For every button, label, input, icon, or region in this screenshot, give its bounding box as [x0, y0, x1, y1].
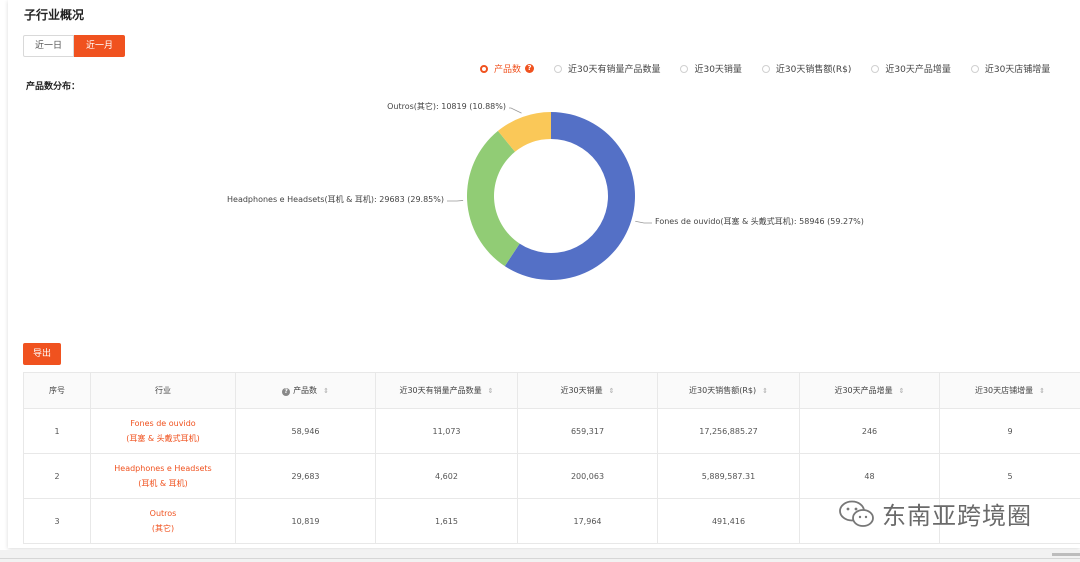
- col-header-label: 近30天有销量产品数量: [399, 386, 482, 395]
- industry-link[interactable]: Outros: [92, 506, 234, 521]
- cell-with-sales: 11,073: [375, 408, 518, 454]
- scrollbar-thumb[interactable]: [1052, 553, 1080, 556]
- industry-link-sub[interactable]: (其它): [92, 521, 234, 536]
- col-header-label: 产品数: [293, 386, 318, 395]
- col-header-label: 近30天销量: [560, 386, 603, 395]
- horizontal-scrollbar[interactable]: [0, 550, 1080, 562]
- donut-slice[interactable]: [466, 130, 520, 267]
- col-header-index: 序号: [23, 372, 91, 409]
- cell-industry[interactable]: Outros (其它): [90, 498, 236, 544]
- sort-icon[interactable]: ⇕: [323, 387, 329, 395]
- cell-revenue: 491,416: [657, 498, 800, 544]
- industry-link-sub[interactable]: (耳塞 & 头戴式耳机): [92, 431, 234, 446]
- cell-shop-increase: 9: [939, 408, 1080, 454]
- cell-products: 58,946: [235, 408, 376, 454]
- cell-product-increase: 246: [799, 408, 940, 454]
- slice-label-line: [447, 200, 464, 202]
- col-header-label: 近30天产品增量: [834, 386, 893, 395]
- col-header-label: 近30天销售额(R$): [689, 386, 757, 395]
- sort-icon[interactable]: ⇕: [1039, 387, 1045, 395]
- col-header-with-sales[interactable]: 近30天有销量产品数量 ⇕: [375, 372, 518, 409]
- sort-icon[interactable]: ⇕: [762, 387, 768, 395]
- cell-with-sales: 4,602: [375, 453, 518, 499]
- cell-industry[interactable]: Headphones e Headsets (耳机 & 耳机): [90, 453, 236, 499]
- cell-industry[interactable]: Fones de ouvido (耳塞 & 头戴式耳机): [90, 408, 236, 454]
- cell-revenue: 17,256,885.27: [657, 408, 800, 454]
- sort-icon[interactable]: ⇕: [488, 387, 494, 395]
- scrollbar-track: [0, 558, 1080, 559]
- col-header-label: 序号: [49, 386, 65, 395]
- sort-icon[interactable]: ⇕: [609, 387, 615, 395]
- col-header-industry: 行业: [90, 372, 236, 409]
- col-header-label: 近30天店铺增量: [974, 386, 1034, 395]
- col-header-product-increase[interactable]: 近30天产品增量 ⇕: [799, 372, 940, 409]
- watermark-text: 东南亚跨境圈: [882, 502, 1032, 530]
- slice-label-line: [635, 220, 652, 224]
- industry-link-sub[interactable]: (耳机 & 耳机): [92, 476, 234, 491]
- cell-product-increase: 48: [799, 453, 940, 499]
- sort-icon[interactable]: ⇕: [899, 387, 905, 395]
- cell-index: 3: [23, 498, 91, 544]
- cell-with-sales: 1,615: [375, 498, 518, 544]
- cell-sales: 17,964: [517, 498, 658, 544]
- slice-label: Fones de ouvido(耳塞 & 头戴式耳机): 58946 (59.2…: [655, 216, 864, 226]
- slice-label: Headphones e Headsets(耳机 & 耳机): 29683 (2…: [227, 194, 444, 204]
- table-row: 1 Fones de ouvido (耳塞 & 头戴式耳机) 58,946 11,…: [23, 408, 1080, 454]
- industry-link[interactable]: Fones de ouvido: [92, 416, 234, 431]
- industry-link[interactable]: Headphones e Headsets: [92, 461, 234, 476]
- col-header-products[interactable]: ? 产品数 ⇕: [235, 372, 376, 409]
- col-header-sales[interactable]: 近30天销量 ⇕: [517, 372, 658, 409]
- wechat-icon: [839, 500, 874, 527]
- watermark: 东南亚跨境圈: [838, 496, 1032, 531]
- cell-products: 10,819: [235, 498, 376, 544]
- cell-sales: 659,317: [517, 408, 658, 454]
- donut-chart: Fones de ouvido(耳塞 & 头戴式耳机): 58946 (59.2…: [227, 101, 864, 280]
- info-icon[interactable]: ?: [282, 388, 291, 396]
- col-header-label: 行业: [155, 386, 171, 395]
- slice-label: Outros(其它): 10819 (10.88%): [387, 101, 506, 111]
- cell-index: 2: [23, 453, 91, 499]
- export-button[interactable]: 导出: [23, 343, 62, 365]
- col-header-shop-increase[interactable]: 近30天店铺增量 ⇕: [939, 372, 1080, 409]
- cell-shop-increase: 5: [939, 453, 1080, 499]
- cell-sales: 200,063: [517, 453, 658, 499]
- cell-products: 29,683: [235, 453, 376, 499]
- table-row: 2 Headphones e Headsets (耳机 & 耳机) 29,683 …: [23, 453, 1080, 499]
- col-header-revenue[interactable]: 近30天销售额(R$) ⇕: [657, 372, 800, 409]
- cell-index: 1: [23, 408, 91, 454]
- cell-revenue: 5,889,587.31: [657, 453, 800, 499]
- slice-label-line: [509, 107, 522, 114]
- table-header-row: 序号 行业 ? 产品数 ⇕ 近30天有销量产品数量 ⇕ 近30天销量 ⇕ 近30天销售额…: [23, 372, 1080, 409]
